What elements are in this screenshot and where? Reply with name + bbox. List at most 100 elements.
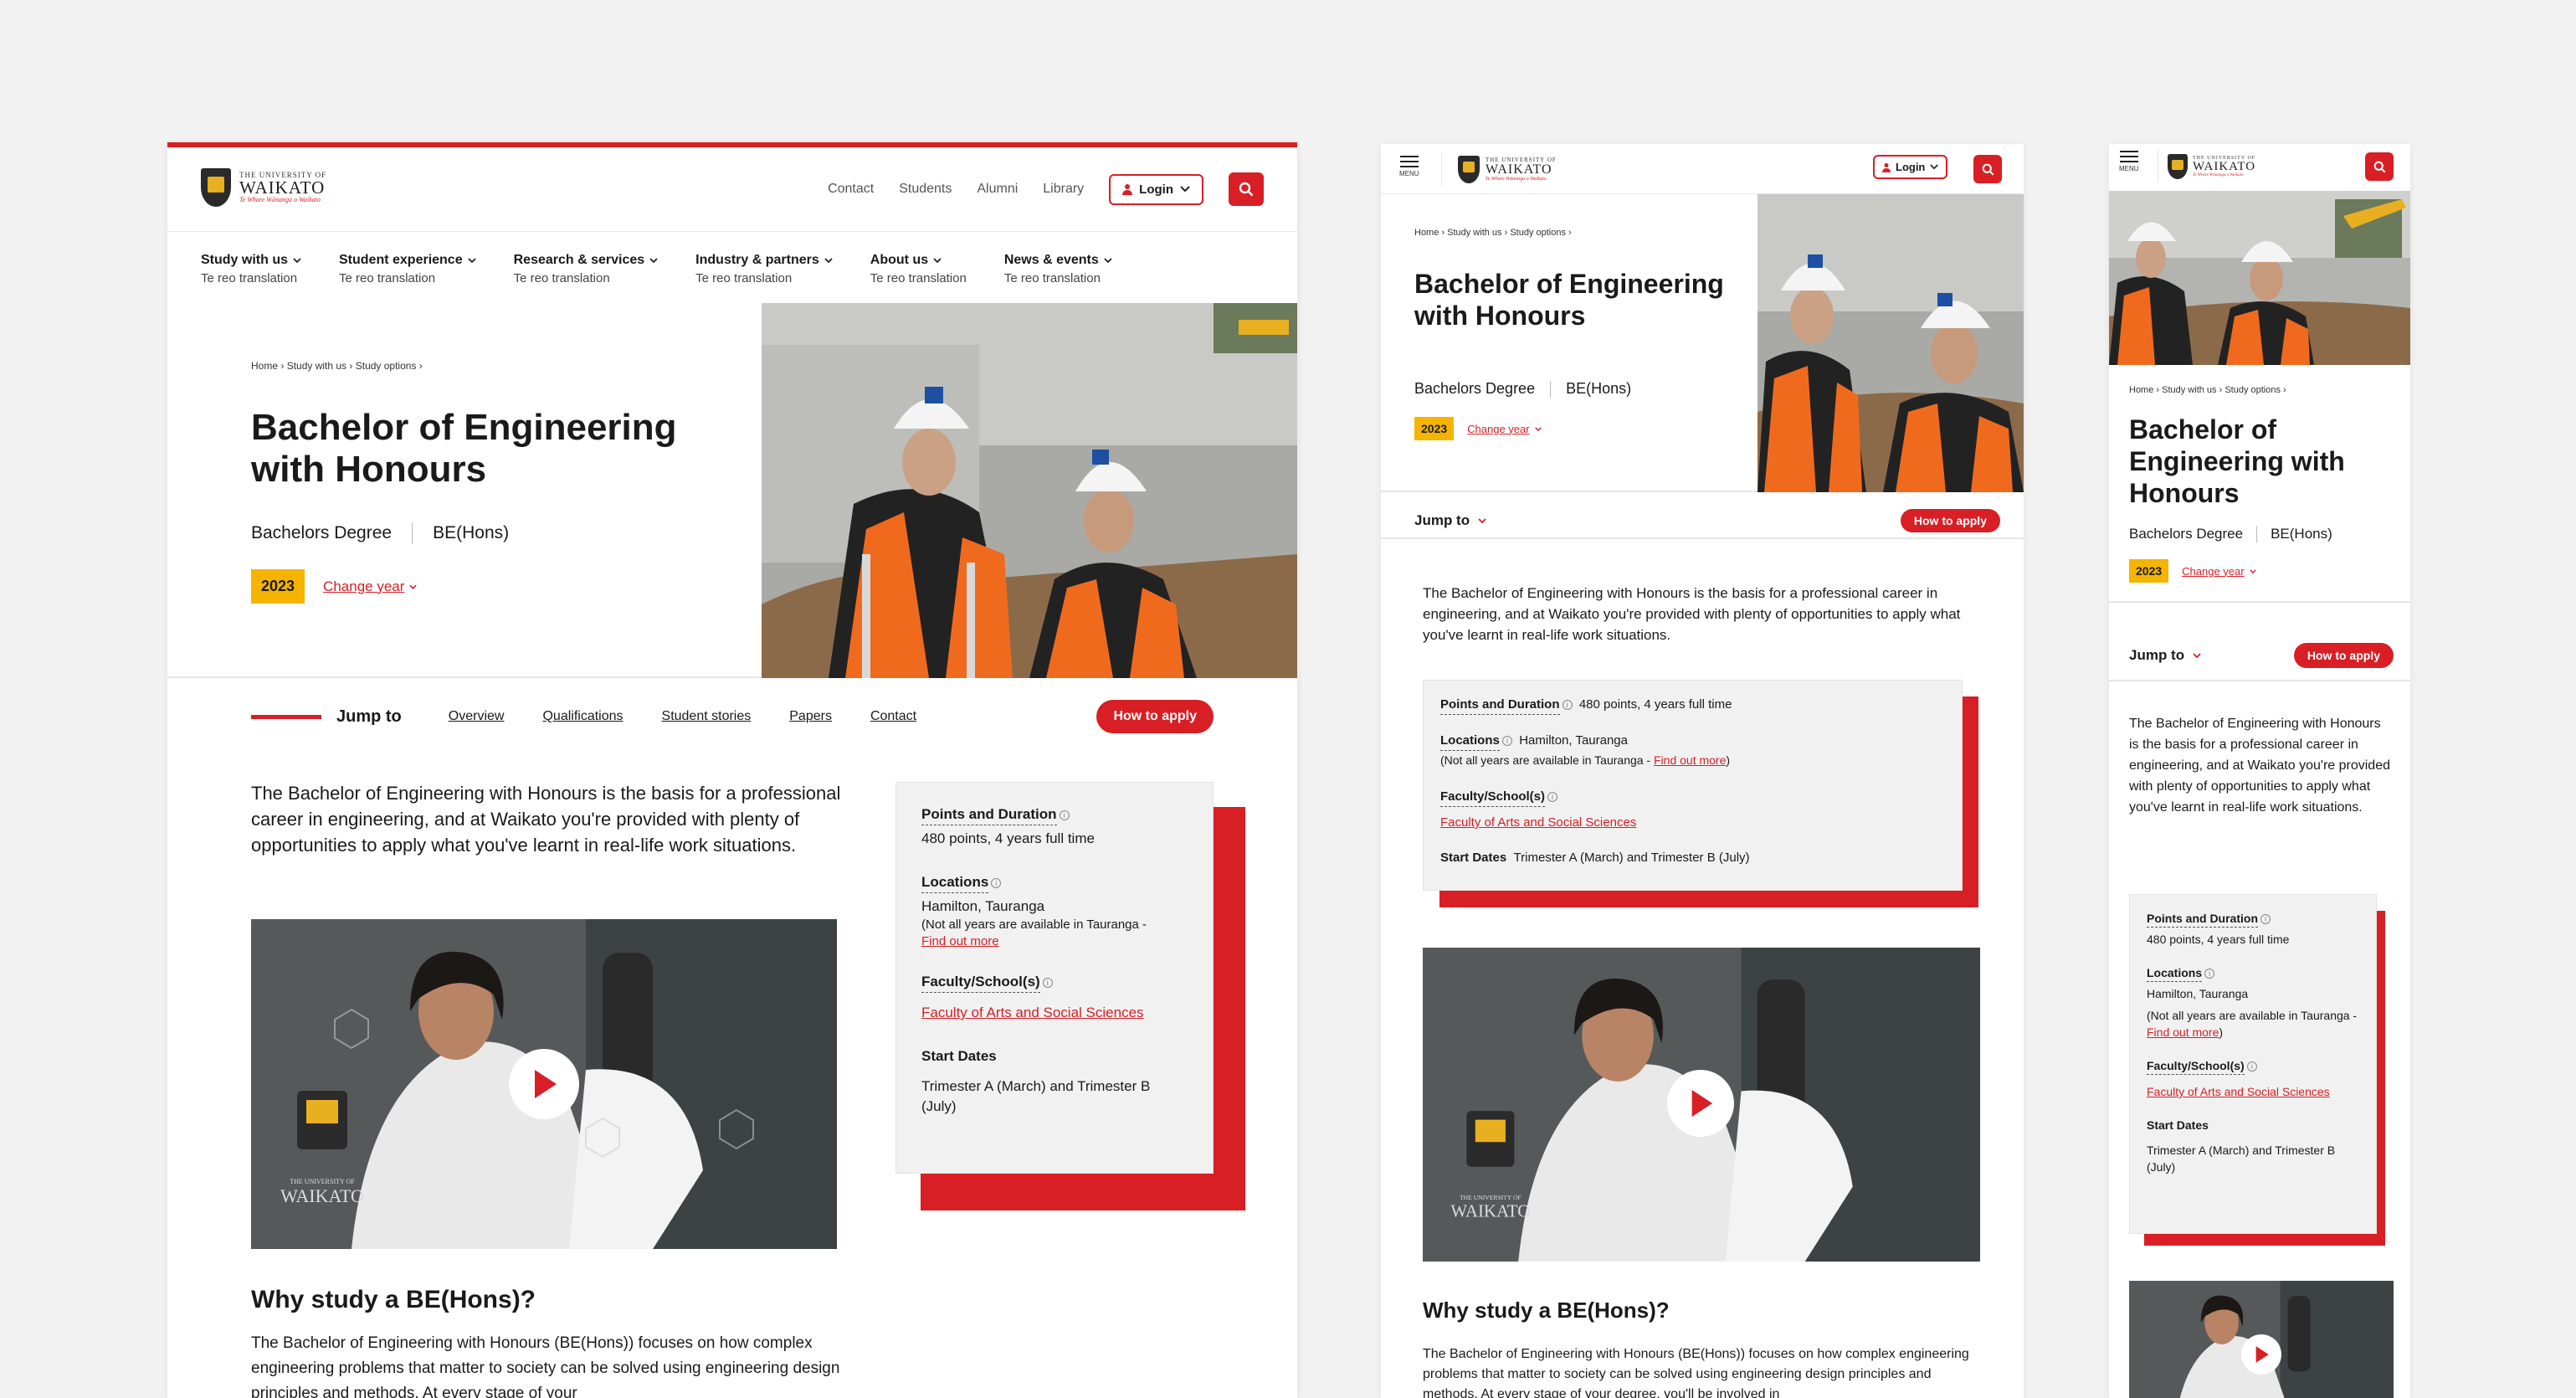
chevron-down-icon — [467, 258, 476, 263]
start-value: Trimester A (March) and Trimester B (Jul… — [2147, 1144, 2336, 1174]
nav-about-us[interactable]: About us Te reo translation — [870, 253, 967, 285]
how-to-apply-button[interactable]: How to apply — [1900, 509, 2000, 532]
faculty-link[interactable]: Faculty of Arts and Social Sciences — [1440, 814, 1945, 832]
points-label: Points and Duration — [2147, 910, 2258, 928]
jump-papers[interactable]: Papers — [789, 709, 832, 724]
nav-research-services[interactable]: Research & services Te reo translation — [514, 253, 659, 285]
info-icon[interactable]: i — [2260, 914, 2271, 925]
hero: Home › Study with us › Study options › B… — [167, 303, 1297, 678]
crumb-options[interactable]: Study options — [1510, 228, 1566, 238]
points-value: 480 points, 4 years full time — [1578, 697, 1732, 712]
jump-label: Jump to — [1414, 512, 1470, 528]
chevron-down-icon — [1930, 164, 1939, 170]
library-link[interactable]: Library — [1043, 182, 1084, 197]
menu-button[interactable]: MENU — [2119, 149, 2139, 172]
logo-line3: Te Whare Wānanga o Waikato — [2193, 173, 2244, 177]
university-logo[interactable]: THE UNIVERSITY OF WAIKATO Te Whare Wānanga… — [1458, 156, 1557, 183]
crumb-study[interactable]: Study with us — [1447, 228, 1501, 238]
faculty-link[interactable]: Faculty of Arts and Social Sciences — [2147, 1083, 2359, 1100]
info-icon[interactable]: i — [1059, 810, 1070, 820]
info-icon[interactable]: i — [2204, 969, 2215, 979]
info-icon[interactable]: i — [991, 877, 1002, 888]
crumb-study[interactable]: Study with us — [2162, 385, 2216, 395]
how-to-apply-button[interactable]: How to apply — [1096, 700, 1214, 733]
play-button[interactable] — [1667, 1070, 1734, 1137]
info-icon[interactable]: i — [1501, 736, 1512, 747]
nav-sub: Te reo translation — [695, 271, 793, 285]
menu-button[interactable]: MENU — [1399, 154, 1419, 177]
degree-type: Bachelors Degree — [1414, 380, 1536, 397]
students-link[interactable]: Students — [899, 182, 952, 197]
breadcrumb: Home › Study with us › Study options › — [2129, 385, 2286, 395]
chevron-down-icon — [1104, 258, 1112, 263]
change-year-link[interactable]: Change year — [1467, 423, 1542, 435]
locations-value: Hamilton, Tauranga — [1519, 733, 1628, 748]
crumb-home[interactable]: Home — [251, 360, 278, 372]
change-year-link[interactable]: Change year — [323, 578, 418, 595]
locations-note: (Not all years are available in Tauranga… — [2147, 1009, 2358, 1022]
chevron-down-icon — [2249, 568, 2256, 573]
video-player[interactable]: THE UNIVERSITY OF WAIKATO — [251, 919, 837, 1249]
jump-bar: Jump to How to apply — [1414, 504, 2000, 537]
crumb-options[interactable]: Study options — [2224, 385, 2281, 395]
contact-link[interactable]: Contact — [828, 182, 874, 197]
nav-sub: Te reo translation — [513, 271, 610, 285]
jump-to-dropdown[interactable]: Jump to — [1414, 512, 1486, 529]
crumb-study[interactable]: Study with us — [287, 360, 346, 372]
crumb-home[interactable]: Home — [1414, 228, 1439, 238]
change-year-label: Change year — [2182, 564, 2245, 578]
breadcrumb: Home › Study with us › Study options › — [251, 360, 423, 372]
how-to-apply-button[interactable]: How to apply — [2293, 643, 2394, 668]
why-body: The Bachelor of Engineering with Honours… — [1423, 1347, 1969, 1398]
nav-news-events[interactable]: News & events Te reo translation — [1004, 253, 1112, 285]
points-value: 480 points, 4 years full time — [2147, 933, 2290, 946]
video-logo-line2: WAIKATO — [280, 1185, 364, 1206]
tablet-view: MENU THE UNIVERSITY OF WAIKATO Te Whare Wā… — [1381, 144, 2024, 1398]
locations-label: Locations — [1440, 732, 1500, 751]
year-row: 2023 Change year — [251, 569, 418, 604]
jump-label: Jump to — [2129, 647, 2185, 663]
find-out-more-link[interactable]: Find out more — [921, 934, 999, 948]
jump-overview[interactable]: Overview — [449, 709, 505, 724]
video-player[interactable] — [2129, 1281, 2394, 1398]
search-button[interactable] — [2365, 152, 2394, 181]
play-icon — [2255, 1346, 2269, 1363]
info-icon[interactable]: i — [1042, 977, 1053, 988]
jump-student-stories[interactable]: Student stories — [662, 709, 752, 724]
mobile-view: MENU THE UNIVERSITY OF WAIKATO Te Whare Wā… — [2109, 144, 2410, 1398]
find-out-more-link[interactable]: Find out more — [2147, 1025, 2219, 1039]
crumb-options[interactable]: Study options — [356, 360, 417, 372]
jump-contact[interactable]: Contact — [870, 709, 916, 724]
info-icon[interactable]: i — [2246, 1061, 2257, 1072]
nav-industry-partners[interactable]: Industry & partners Te reo translation — [695, 253, 833, 285]
video-player[interactable]: THE UNIVERSITY OF WAIKATO — [1423, 948, 1980, 1262]
nav-study-with-us[interactable]: Study with us Te reo translation — [201, 253, 301, 285]
utility-nav: Contact Students Alumni Library Login — [828, 172, 1264, 206]
info-icon[interactable]: i — [1547, 792, 1558, 803]
jump-qualifications[interactable]: Qualifications — [542, 709, 623, 724]
change-year-link[interactable]: Change year — [2182, 564, 2256, 578]
start-value: Trimester A (March) and Trimester B (Jul… — [921, 1078, 1151, 1114]
alumni-link[interactable]: Alumni — [977, 182, 1018, 197]
change-year-label: Change year — [323, 578, 405, 594]
jump-bar: Jump to Overview Qualifications Student … — [251, 700, 1214, 733]
faculty-link[interactable]: Faculty of Arts and Social Sciences — [921, 1003, 1188, 1023]
play-button[interactable] — [509, 1049, 579, 1119]
nav-student-experience[interactable]: Student experience Te reo translation — [339, 253, 476, 285]
info-icon[interactable]: i — [1562, 700, 1573, 711]
desktop-view: THE UNIVERSITY OF WAIKATO Te Whare Wānan… — [167, 142, 1297, 1398]
find-out-more-link[interactable]: Find out more — [1654, 753, 1726, 767]
crumb-home[interactable]: Home — [2129, 385, 2153, 395]
search-button[interactable] — [1973, 155, 2002, 183]
university-logo[interactable]: THE UNIVERSITY OF WAIKATO Te Whare Wānan… — [201, 168, 326, 207]
login-button[interactable]: Login — [1109, 173, 1203, 205]
jump-to-dropdown[interactable]: Jump to — [2129, 647, 2201, 664]
login-button[interactable]: Login — [1873, 155, 1948, 179]
search-button[interactable] — [1229, 172, 1264, 206]
university-logo[interactable]: THE UNIVERSITY OF WAIKATO Te Whare Wānanga… — [2168, 154, 2255, 179]
play-button[interactable] — [2241, 1334, 2281, 1375]
nav-title: Study with us — [201, 253, 288, 267]
logo-line3: Te Whare Wānanga o Waikato — [1486, 177, 1547, 182]
logo-line2: WAIKATO — [239, 177, 326, 198]
fact-card: Points and Duration i 480 points, 4 years… — [895, 782, 1247, 1210]
